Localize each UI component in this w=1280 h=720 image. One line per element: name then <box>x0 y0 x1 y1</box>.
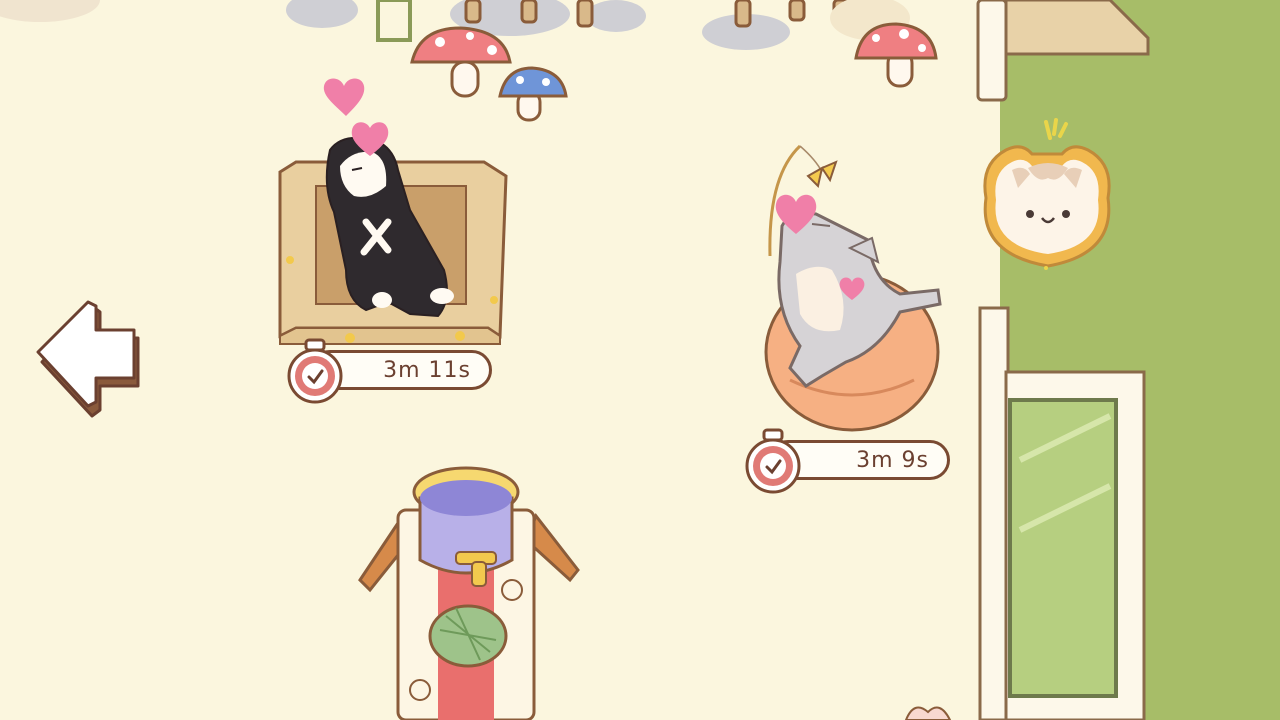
timer-gray-cat: 3m 9s <box>740 428 950 494</box>
mushroom-blue <box>498 66 568 122</box>
mushroom-red-right <box>854 22 938 88</box>
bear-face-icon[interactable] <box>966 118 1128 274</box>
stopwatch-icon <box>287 338 343 404</box>
cat-tree <box>358 466 580 720</box>
timer-tuxedo-cat: 3m 11s <box>282 338 492 404</box>
arrow-left-icon[interactable] <box>34 298 146 422</box>
mushroom-red-left <box>410 26 512 98</box>
stopwatch-icon <box>745 428 801 494</box>
corner-peek <box>904 706 952 720</box>
glass-door <box>1008 398 1118 698</box>
timer-text: 3m 11s <box>383 358 471 383</box>
room-scene <box>0 0 1280 720</box>
timer-text: 3m 9s <box>856 448 929 473</box>
